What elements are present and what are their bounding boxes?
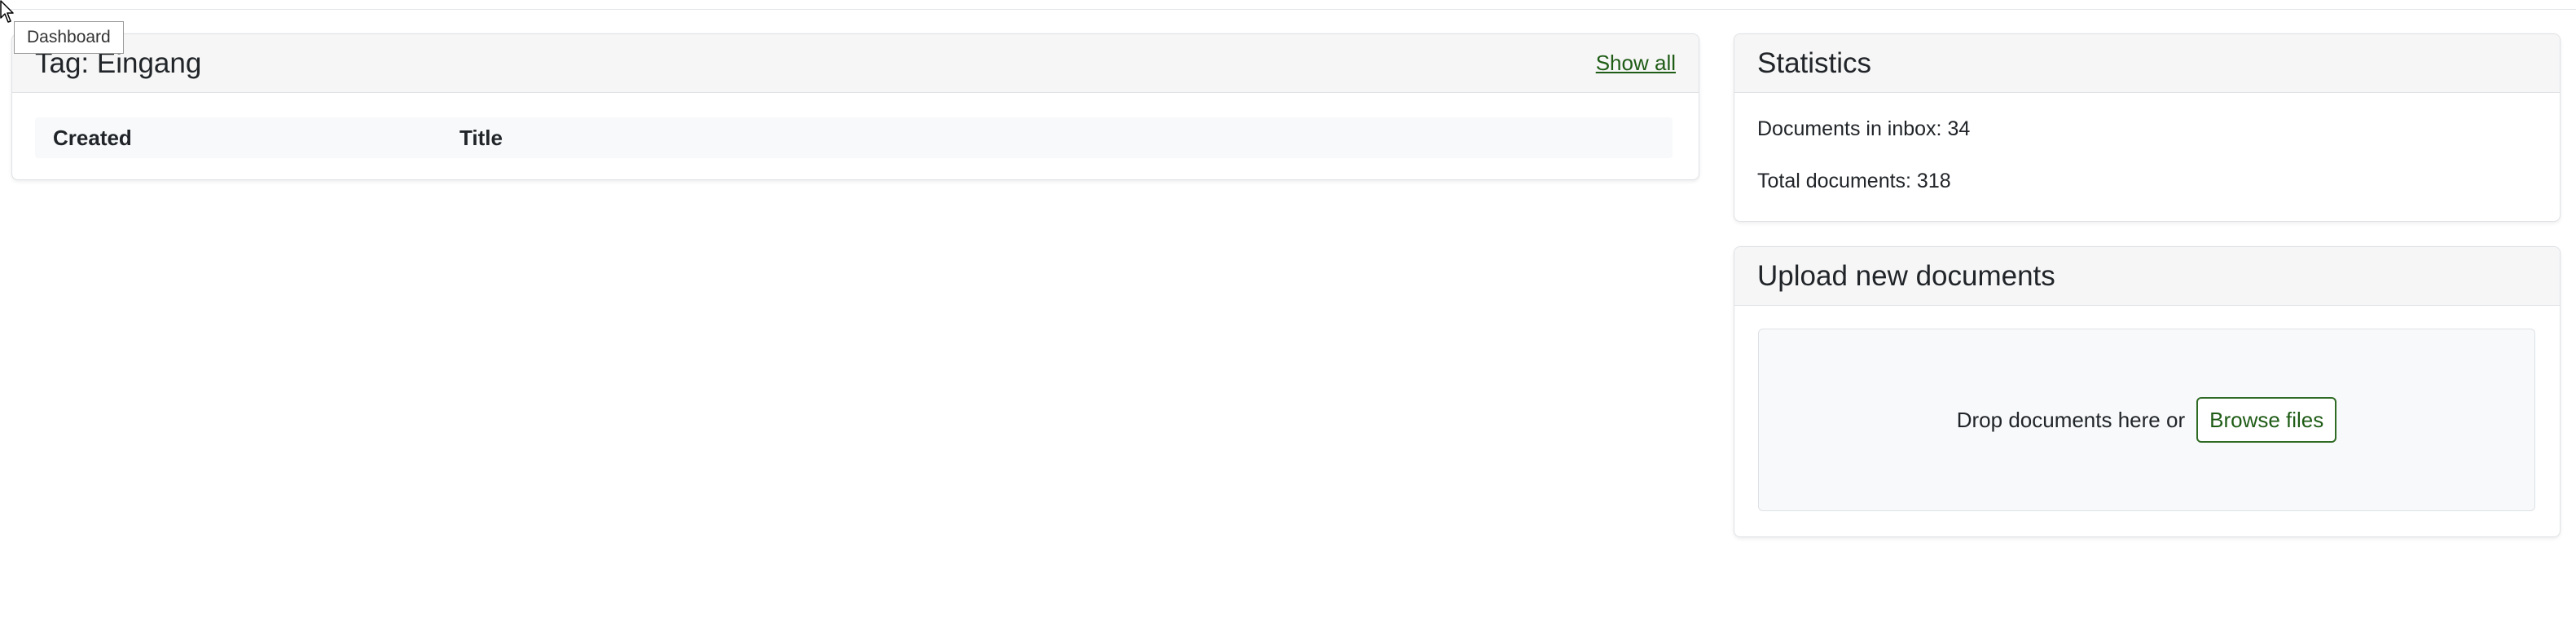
upload-header: Upload new documents [1734,247,2560,306]
top-divider [0,9,2576,10]
upload-title: Upload new documents [1757,259,2055,292]
column-header-title[interactable]: Title [459,117,503,158]
statistics-card: Statistics Documents in inbox: 34 Total … [1734,33,2561,222]
show-all-link[interactable]: Show all [1596,51,1676,76]
tag-widget-card: Tag: Eingang Show all Created Title [11,33,1699,180]
total-documents-text: Total documents: 318 [1757,170,1951,192]
tag-widget-header: Tag: Eingang Show all [12,34,1699,93]
documents-table-header: Created Title [35,117,1673,158]
dashboard-tooltip: Dashboard [14,21,124,54]
browse-files-button[interactable]: Browse files [2196,397,2337,443]
inbox-count-text: Documents in inbox: 34 [1757,117,1971,140]
upload-card: Upload new documents Drop documents here… [1734,246,2561,537]
drop-zone-text: Drop documents here or [1956,407,2186,432]
file-drop-zone[interactable]: Drop documents here or Browse files [1758,329,2535,511]
mouse-pointer-icon [0,0,14,23]
statistics-title: Statistics [1757,46,1872,79]
statistics-header: Statistics [1734,34,2560,93]
column-header-created[interactable]: Created [53,117,132,158]
